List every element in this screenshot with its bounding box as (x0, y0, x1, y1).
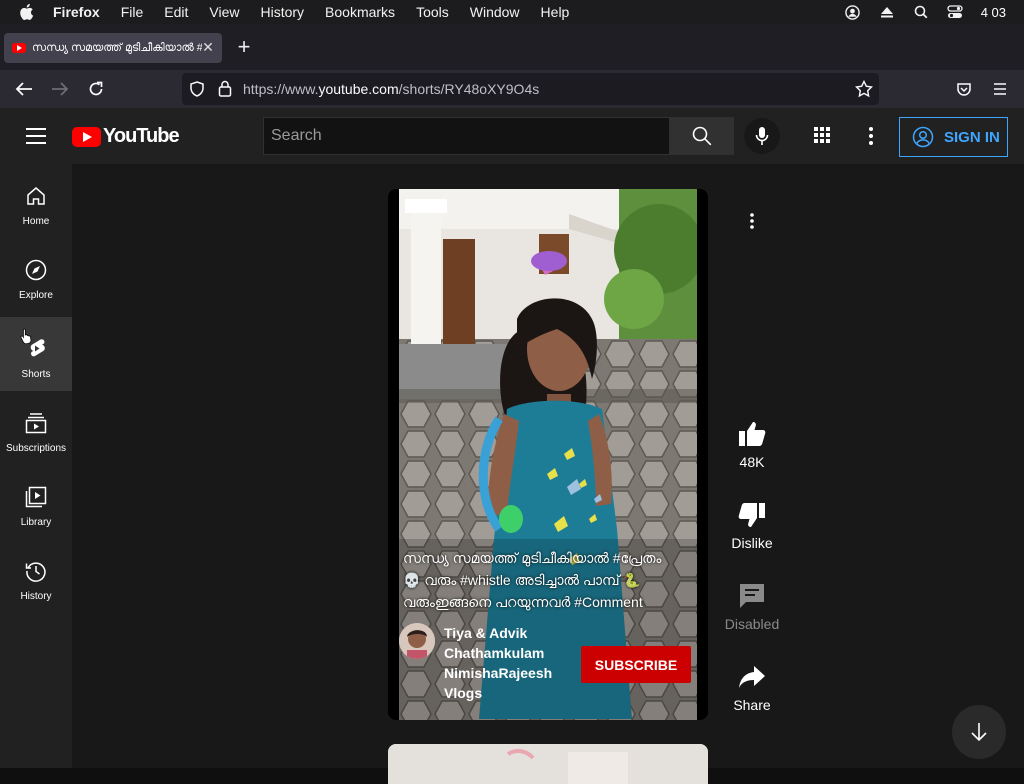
search-button[interactable] (670, 117, 734, 155)
menu-clock: 4 03 (980, 4, 1006, 20)
menu-window[interactable]: Window (470, 4, 520, 20)
menu-help[interactable]: Help (541, 4, 570, 20)
history-icon (24, 559, 48, 583)
browser-tab-active[interactable]: സന്ധ്യ സമയത്ത് മുടിചീകിയാൽ #പ്രേതം ✕ (4, 33, 222, 63)
comment-icon (734, 578, 770, 614)
url-domain: youtube.com (318, 81, 399, 97)
tab-title: സന്ധ്യ സമയത്ത് മുടിചീകിയാൽ #പ്രേതം (32, 41, 202, 54)
more-actions-button[interactable] (720, 203, 784, 239)
apple-logo-icon[interactable] (18, 3, 36, 21)
guide-menu-icon[interactable] (26, 128, 46, 144)
spotlight-search-icon[interactable] (913, 4, 929, 20)
next-short-preview[interactable] (388, 744, 708, 784)
voice-search-button[interactable] (744, 118, 780, 154)
comments-label: Disabled (724, 616, 780, 632)
channel-info: Tiya & Advik Chathamkulam NimishaRajeesh… (399, 623, 554, 703)
sidebar-item-explore[interactable]: Explore (0, 238, 72, 312)
sidebar-label-explore: Explore (19, 290, 53, 301)
share-button[interactable]: Share (720, 659, 784, 713)
menu-bookmarks[interactable]: Bookmarks (325, 4, 395, 20)
bookmark-star-icon[interactable] (855, 79, 873, 103)
menu-file[interactable]: File (121, 4, 144, 20)
control-center-icon[interactable] (947, 4, 963, 20)
eject-icon[interactable] (879, 4, 895, 20)
dislike-button[interactable]: Dislike (720, 497, 784, 551)
youtube-logo[interactable]: YouTube (72, 125, 180, 148)
sidebar-label-shorts: Shorts (21, 369, 51, 380)
comments-button[interactable]: Disabled (720, 578, 784, 632)
address-bar[interactable]: https://www.youtube.com/shorts/RY48oXY9O… (182, 73, 879, 105)
new-tab-button[interactable]: + (234, 36, 254, 58)
caption-line-1: സന്ധ്യ സമയത്ത് മുടിചീകിയാൽ #പ്രേതം (403, 550, 662, 566)
search-input[interactable] (264, 118, 669, 154)
forward-arrow-icon[interactable] (50, 79, 70, 99)
thumbs-up-icon (734, 416, 770, 452)
subscribe-button[interactable]: SUBSCRIBE (581, 646, 691, 683)
sidebar-label-home: Home (22, 216, 50, 227)
youtube-play-logo-icon (72, 126, 101, 147)
menu-history[interactable]: History (260, 4, 304, 20)
sidebar-item-shorts[interactable]: Shorts (0, 317, 72, 391)
account-circle-icon (912, 126, 934, 148)
more-vertical-icon (734, 203, 770, 239)
sidebar-item-library[interactable]: Library (0, 465, 72, 539)
app-menu-icon[interactable] (990, 79, 1010, 99)
share-label: Share (733, 697, 771, 713)
sidebar-label-library: Library (20, 517, 52, 528)
library-icon (24, 485, 48, 509)
tab-close-icon[interactable]: ✕ (200, 39, 216, 55)
dislike-label: Dislike (731, 535, 773, 551)
url-prefix: https://www. (243, 81, 319, 97)
macos-menu-bar: Firefox File Edit View History Bookmarks… (0, 0, 1024, 24)
sign-in-button[interactable]: SIGN IN (899, 117, 1008, 157)
like-button[interactable]: 48K (720, 416, 784, 470)
reload-icon[interactable] (86, 79, 106, 99)
caption-line-3: വരുംഇങ്ങനെ പറയുന്നവർ #Comment (403, 594, 643, 610)
youtube-header: YouTube SIGN IN (0, 108, 1024, 164)
subscriptions-icon (24, 411, 48, 435)
short-caption: സന്ധ്യ സമയത്ത് മുടിചീകിയാൽ #പ്രേതം 💀 വരു… (403, 547, 673, 613)
sidebar-item-home[interactable]: Home (0, 164, 72, 238)
thumbs-down-icon (734, 497, 770, 533)
settings-more-icon[interactable] (861, 126, 881, 146)
share-arrow-icon (734, 659, 770, 695)
subscribe-label: SUBSCRIBE (594, 656, 678, 673)
menu-edit[interactable]: Edit (164, 4, 188, 20)
home-icon (24, 184, 48, 208)
browser-nav-bar: https://www.youtube.com/shorts/RY48oXY9O… (0, 70, 1024, 108)
pocket-icon[interactable] (954, 79, 974, 99)
menu-app-name[interactable]: Firefox (53, 4, 100, 20)
mini-guide-sidebar: Home Explore Shorts Subscriptions Librar… (0, 164, 72, 768)
arrow-down-icon (971, 723, 987, 742)
apps-grid-icon[interactable] (813, 126, 833, 146)
sign-in-label: SIGN IN (944, 128, 1000, 146)
browser-tab-bar: സന്ധ്യ സമയത്ത് മുടിചീകിയാൽ #പ്രേതം ✕ + (0, 24, 1024, 70)
menu-tools[interactable]: Tools (416, 4, 449, 20)
lock-icon[interactable] (218, 80, 232, 102)
sidebar-item-subscriptions[interactable]: Subscriptions (0, 391, 72, 465)
url-path: /shorts/RY48oXY9O4s (398, 81, 540, 97)
tracking-shield-icon[interactable] (189, 81, 205, 102)
user-account-icon[interactable] (845, 4, 861, 20)
caption-line-2: 💀 വരും #whistle അടിച്ചാൽ പാമ്പ് 🐍 (403, 572, 641, 588)
url-text[interactable]: https://www.youtube.com/shorts/RY48oXY9O… (243, 81, 539, 97)
sidebar-label-subscriptions: Subscriptions (5, 443, 67, 454)
sidebar-item-history[interactable]: History (0, 539, 72, 613)
short-video-player[interactable]: സന്ധ്യ സമയത്ത് മുടിചീകിയാൽ #പ്രേതം 💀 വരു… (388, 189, 708, 720)
back-arrow-icon[interactable] (14, 79, 34, 99)
like-count: 48K (739, 454, 765, 470)
youtube-logo-text: YouTube (103, 125, 180, 147)
next-video-button[interactable] (952, 705, 1006, 759)
sidebar-label-history: History (20, 591, 52, 602)
menu-view[interactable]: View (209, 4, 239, 20)
youtube-favicon-icon (12, 43, 26, 53)
compass-icon (24, 258, 48, 282)
mouse-pointer-icon (20, 328, 32, 349)
microphone-icon (755, 127, 769, 145)
search-icon (692, 126, 712, 146)
channel-avatar[interactable] (399, 623, 435, 659)
channel-name[interactable]: Tiya & Advik Chathamkulam NimishaRajeesh… (444, 623, 554, 703)
search-box (263, 117, 670, 155)
